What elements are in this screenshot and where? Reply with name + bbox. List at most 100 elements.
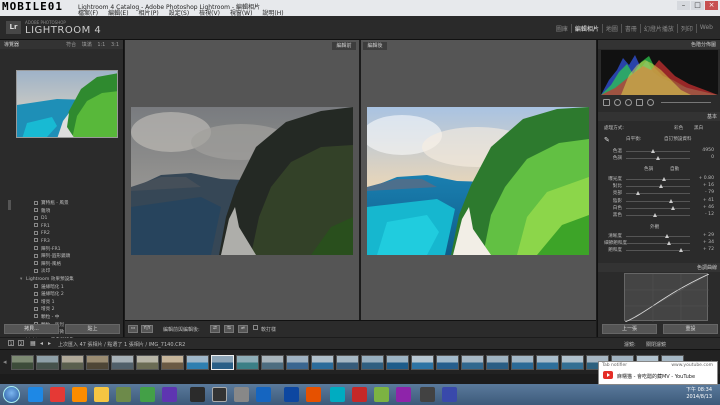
slider-value[interactable]: + 72 <box>694 247 714 252</box>
filmstrip-thumbnail[interactable] <box>211 355 234 370</box>
module-develop[interactable]: 編輯相片 <box>572 24 603 33</box>
slider-track[interactable] <box>626 151 690 152</box>
tool-size-slider[interactable] <box>661 102 711 103</box>
back-arrow-icon[interactable]: ◂ <box>40 340 43 347</box>
temp-slider-row[interactable]: 色溫 4950 <box>598 148 720 155</box>
slider-handle[interactable] <box>662 177 667 181</box>
graduated-filter-icon[interactable] <box>636 99 643 106</box>
presence-slider-row[interactable]: 飽和度 + 72 <box>598 247 720 254</box>
filmstrip-thumbnail[interactable] <box>461 355 484 370</box>
slider-handle[interactable] <box>656 156 660 160</box>
system-clock[interactable]: 下午 08:34 2014/8/13 <box>686 387 712 401</box>
filmstrip-thumbnail[interactable] <box>361 355 384 370</box>
ie-icon[interactable] <box>28 387 43 402</box>
preset-item[interactable]: 雜項 <box>0 208 124 216</box>
close-button[interactable]: × <box>705 1 718 10</box>
app-icon[interactable] <box>234 387 249 402</box>
before-after-view-button[interactable]: Y|Y <box>141 325 153 333</box>
forward-arrow-icon[interactable]: ▸ <box>48 340 51 347</box>
slider-handle[interactable] <box>666 241 671 246</box>
swap-button[interactable]: ⇌ <box>238 325 248 333</box>
filmstrip-page-1[interactable]: 1 <box>8 340 14 346</box>
preset-item[interactable]: 陣列-風格 <box>0 261 124 269</box>
red-eye-icon[interactable] <box>625 99 632 106</box>
histogram[interactable] <box>601 50 718 95</box>
tone-slider-row[interactable]: 白色 + 46 <box>598 205 720 212</box>
histogram-header[interactable]: 色階分佈圖 <box>598 40 720 49</box>
slider-handle[interactable] <box>670 205 675 210</box>
filmstrip-left-arrow-icon[interactable]: ◂ <box>3 358 7 366</box>
filmstrip-thumbnail[interactable] <box>186 355 209 370</box>
filmstrip-thumbnail[interactable] <box>386 355 409 370</box>
filmstrip-thumbnail[interactable] <box>486 355 509 370</box>
tone-slider-row[interactable]: 陰影 + 41 <box>598 198 720 205</box>
preset-item[interactable]: 邊緣暗化 2 <box>0 291 124 299</box>
tone-slider-row[interactable]: 對比 + 16 <box>598 183 720 190</box>
filmstrip-thumbnail[interactable] <box>436 355 459 370</box>
slider-value[interactable]: 0 <box>694 155 714 160</box>
app-icon[interactable] <box>420 387 435 402</box>
slider-handle[interactable] <box>679 248 684 253</box>
slider-value[interactable]: + 29 <box>694 233 714 238</box>
filmstrip-thumbnail[interactable] <box>286 355 309 370</box>
filmstrip-thumbnail[interactable] <box>411 355 434 370</box>
filmstrip-thumbnail[interactable] <box>336 355 359 370</box>
preset-item[interactable]: 寶特瓶 - 風景 <box>0 200 124 208</box>
word-icon[interactable] <box>284 387 299 402</box>
copy-before-to-after-button[interactable]: ⇄ <box>210 325 220 333</box>
copy-after-to-before-button[interactable]: ⇆ <box>224 325 234 333</box>
maximize-button[interactable]: □ <box>691 1 704 10</box>
slider-value[interactable]: + 34 <box>694 240 714 245</box>
loupe-view-button[interactable]: ▭ <box>128 325 138 333</box>
treatment-bw[interactable]: 黑白 <box>694 125 703 131</box>
tone-slider-row[interactable]: 黑色 - 12 <box>598 212 720 219</box>
crop-tool-icon[interactable] <box>603 99 610 106</box>
module-web[interactable]: Web <box>697 24 716 33</box>
app-icon[interactable] <box>256 387 271 402</box>
tab-notification[interactable]: Tab notifier www.youtube.com 麻糬猫 - 會吃醋的藏… <box>598 361 718 385</box>
preset-item[interactable]: 增亮 2 <box>0 306 124 314</box>
slider-track[interactable] <box>626 243 690 245</box>
app-icon[interactable] <box>190 387 205 402</box>
app-icon[interactable] <box>442 387 457 402</box>
slider-track[interactable] <box>626 200 690 202</box>
after-photo[interactable] <box>367 107 589 255</box>
app-icon[interactable] <box>374 387 389 402</box>
slider-handle[interactable] <box>635 191 640 196</box>
preset-item[interactable]: 淡印 <box>0 268 124 276</box>
reset-button[interactable]: 重設 <box>663 324 718 334</box>
preset-item[interactable]: FR2 <box>0 230 124 238</box>
filmstrip-thumbnail[interactable] <box>561 355 584 370</box>
filmstrip-thumbnail[interactable] <box>136 355 159 370</box>
basic-header[interactable]: 基本 <box>598 112 720 121</box>
preset-item[interactable]: 增亮 1 <box>0 299 124 307</box>
wb-eyedropper-icon[interactable]: ✎ <box>604 136 610 144</box>
module-book[interactable]: 書冊 <box>622 24 641 33</box>
preset-item[interactable]: 邊緣暗化 1 <box>0 284 124 292</box>
filmstrip-thumbnail[interactable] <box>511 355 534 370</box>
filmstrip-thumbnail[interactable] <box>161 355 184 370</box>
navigator-preview[interactable] <box>16 70 118 138</box>
slider-value[interactable]: + 46 <box>694 205 714 210</box>
presence-slider-row[interactable]: 細節飽和度 + 34 <box>598 240 720 247</box>
slider-value[interactable]: 4950 <box>694 148 714 153</box>
preset-item[interactable]: FR1 <box>0 223 124 231</box>
filter-value[interactable]: 關閉濾鏡 <box>646 341 666 348</box>
slider-value[interactable]: + 41 <box>694 198 714 203</box>
app-icon[interactable] <box>330 387 345 402</box>
tone-slider-row[interactable]: 亮部 - 79 <box>598 190 720 197</box>
preset-item[interactable]: 顆粒 - 中 <box>0 314 124 322</box>
preset-item[interactable]: FR3 <box>0 238 124 246</box>
nav-fit[interactable]: 符合 <box>66 42 76 48</box>
start-button[interactable] <box>3 386 20 403</box>
chrome-icon[interactable] <box>50 387 65 402</box>
lightroom-taskbar-icon[interactable] <box>212 387 227 402</box>
treatment-color[interactable]: 彩色 <box>674 125 683 131</box>
app-icon[interactable] <box>396 387 411 402</box>
tone-slider-row[interactable]: 曝光度 + 0.80 <box>598 176 720 183</box>
preset-item[interactable]: 陣列-圓形鏡頭 <box>0 253 124 261</box>
slider-handle[interactable] <box>650 149 655 153</box>
filmstrip-thumbnail[interactable] <box>111 355 134 370</box>
spot-removal-icon[interactable] <box>614 99 621 106</box>
slider-handle[interactable] <box>668 198 673 203</box>
